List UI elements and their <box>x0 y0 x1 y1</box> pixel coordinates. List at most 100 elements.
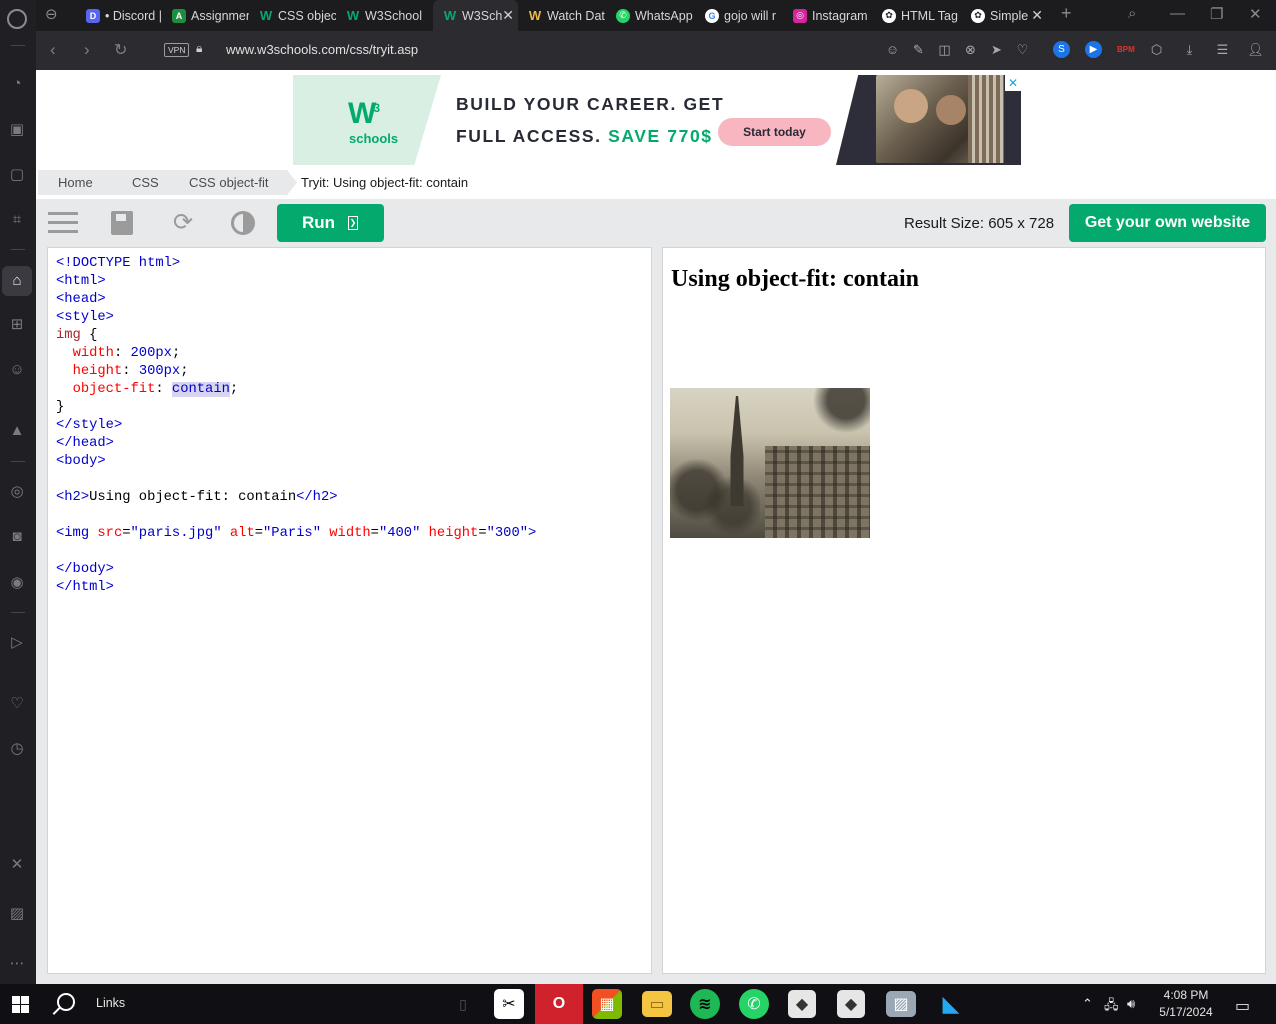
rotate-layout-icon[interactable]: ⟳ <box>167 207 199 239</box>
speed-dial-icon[interactable]: ◔ <box>8 75 26 93</box>
ad-headline-line1: BUILD YOUR CAREER. GET <box>456 94 725 114</box>
more-icon[interactable]: ⋯ <box>8 955 26 973</box>
vpn-badge[interactable]: VPN <box>164 43 190 57</box>
gamepad-icon[interactable]: ⊞ <box>8 316 26 334</box>
new-tab-icon[interactable]: + <box>1061 3 1072 24</box>
tab-w3schools-active[interactable]: W W3Sch ✕ <box>433 0 518 31</box>
restore-icon[interactable]: ❐ <box>1210 5 1223 23</box>
reload-icon[interactable]: ↻ <box>114 40 127 60</box>
heart-icon[interactable]: ♡ <box>8 695 26 713</box>
tab-discord[interactable]: D • Discord | <box>76 0 162 31</box>
aria-icon[interactable]: ▲ <box>8 422 26 440</box>
ai-icon[interactable]: ⌗ <box>8 211 26 229</box>
opera-logo-icon[interactable] <box>7 9 27 29</box>
tab-instagram[interactable]: ◎ Instagram <box>783 0 872 31</box>
get-your-own-website-button[interactable]: Get your own website <box>1069 204 1266 242</box>
emoji-icon[interactable]: ☺ <box>884 41 901 58</box>
links-toolbar[interactable]: Links <box>96 996 125 1010</box>
breadcrumb-css[interactable]: CSS <box>112 170 180 195</box>
profile-icon[interactable]: 👤︎ <box>1247 41 1264 58</box>
volume-icon[interactable]: 🔊︎ <box>1127 996 1135 1012</box>
send-icon[interactable]: ➤ <box>988 41 1005 58</box>
tab-assignment[interactable]: A Assignmen <box>162 0 249 31</box>
breadcrumb-css-object-fit[interactable]: CSS object-fit <box>169 170 297 195</box>
roblox-icon[interactable]: ◆ <box>788 990 816 1018</box>
tab-whatsapp[interactable]: ✆ WhatsApp <box>606 0 695 31</box>
tab-simple[interactable]: ✿ Simple ✕ <box>961 0 1049 31</box>
smiley-icon[interactable]: ☺ <box>8 361 26 379</box>
notifications-icon[interactable]: ▭ <box>1235 996 1250 1016</box>
opera-taskbar-icon[interactable]: O <box>535 984 583 1024</box>
player-icon[interactable]: ▷ <box>8 634 26 652</box>
tab-title: W3Sch <box>462 8 503 23</box>
history-icon[interactable]: ◷ <box>8 740 26 758</box>
extension-red-icon[interactable]: BPM <box>1117 41 1135 58</box>
whatsapp-taskbar-icon[interactable]: ✆ <box>739 989 769 1019</box>
tab-w3schools[interactable]: W W3School <box>336 0 423 31</box>
sidebar-separator <box>11 249 25 250</box>
code-editor[interactable]: <!DOCTYPE html> <html> <head> <style> im… <box>47 247 652 974</box>
tools-icon[interactable]: ✕ <box>8 856 26 874</box>
whatsapp-icon[interactable]: ◎ <box>8 483 26 501</box>
tab-google[interactable]: G gojo will r <box>695 0 783 31</box>
extension-blue-icon[interactable]: S <box>1053 41 1070 58</box>
tab-close-icon[interactable]: ✕ <box>1031 7 1043 24</box>
ad-start-today-button[interactable]: Start today <box>718 118 831 146</box>
tab-title: WhatsApp <box>635 8 693 23</box>
ad-photo <box>876 75 1004 163</box>
run-button[interactable]: Run ❯ <box>277 204 384 242</box>
microsoft-store-icon[interactable]: ▦ <box>592 989 622 1019</box>
tab-css-object[interactable]: W CSS object <box>249 0 336 31</box>
network-icon[interactable]: 🖧︎ <box>1104 996 1119 1018</box>
file-explorer-icon[interactable]: ▭ <box>642 991 672 1017</box>
breadcrumb-home[interactable]: Home <box>38 170 122 195</box>
search-icon[interactable] <box>57 993 75 1011</box>
workspace-icon[interactable]: ▣ <box>8 121 26 139</box>
tab-islands-icon[interactable]: ⊖ <box>45 5 58 23</box>
minimize-icon[interactable]: — <box>1170 5 1185 22</box>
favorites-icon[interactable]: ♡ <box>1014 41 1031 58</box>
extension-player-icon[interactable]: ▶ <box>1085 41 1102 58</box>
url-field[interactable]: www.w3schools.com/css/tryit.asp <box>226 42 418 57</box>
result-pane[interactable]: Using object-fit: contain <box>662 247 1266 974</box>
clock[interactable]: 4:08 PM 5/17/2024 <box>1146 987 1226 1021</box>
mouse-icon[interactable]: ▯ <box>447 988 479 1020</box>
home-icon[interactable]: ⌂ <box>2 266 32 296</box>
tab-title: CSS object <box>278 8 336 23</box>
tab-watch[interactable]: W Watch Dat <box>518 0 606 31</box>
downloads-icon[interactable]: ⤓ <box>1181 41 1198 58</box>
tab-title: Assignmen <box>191 8 249 23</box>
ad-banner[interactable]: W3 schools BUILD YOUR CAREER. GET FULL A… <box>293 75 1021 165</box>
camera-icon[interactable]: ◫ <box>936 41 953 58</box>
menu-icon[interactable] <box>48 212 78 234</box>
tab-close-icon[interactable]: ✕ <box>502 7 514 24</box>
forward-icon[interactable]: › <box>84 40 90 60</box>
photos-icon[interactable]: ▨ <box>886 991 916 1017</box>
ad-close-icon[interactable]: ✕ <box>1005 75 1021 91</box>
tray-chevron-icon[interactable]: ⌃ <box>1082 996 1093 1012</box>
edit-icon[interactable]: ✎ <box>910 41 927 58</box>
search-tabs-icon[interactable]: ⌕ <box>1128 5 1136 22</box>
image-icon[interactable]: ▨ <box>8 905 26 923</box>
windows-start-icon[interactable] <box>12 996 29 1013</box>
roblox-studio-icon[interactable]: ◆ <box>837 990 865 1018</box>
theme-toggle-icon[interactable] <box>231 211 255 235</box>
code-line: } <box>56 400 65 415</box>
tab-html-tag[interactable]: ✿ HTML Tag <box>872 0 961 31</box>
twitch-icon[interactable]: ▢ <box>8 166 26 184</box>
easy-setup-icon[interactable]: ☰ <box>1214 41 1231 58</box>
adblock-icon[interactable]: ⊗ <box>962 41 979 58</box>
back-icon[interactable]: ‹ <box>50 40 56 60</box>
code-line: width: 200px; <box>72 346 181 361</box>
address-bar: ‹ › ↻ VPN 🔒︎ www.w3schools.com/css/tryit… <box>36 31 1276 70</box>
discord-icon[interactable]: ◉ <box>8 574 26 592</box>
extensions-cube-icon[interactable]: ⬡ <box>1148 41 1165 58</box>
save-icon[interactable] <box>111 211 133 235</box>
spotify-icon[interactable]: ≋ <box>690 989 720 1019</box>
google-favicon-icon: G <box>705 8 719 23</box>
lock-icon[interactable]: 🔒︎ <box>196 41 202 56</box>
vscode-icon[interactable]: ◣ <box>935 988 967 1020</box>
capcut-icon[interactable]: ✂ <box>494 989 524 1019</box>
window-close-icon[interactable]: ✕ <box>1249 5 1262 23</box>
instagram-icon[interactable]: ◙ <box>8 528 26 546</box>
